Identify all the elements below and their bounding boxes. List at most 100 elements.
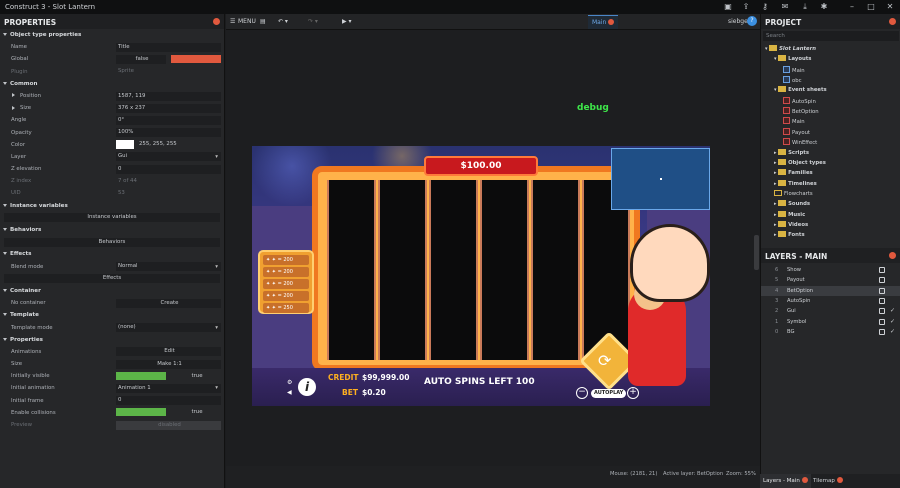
- sound-icon[interactable]: ◀: [287, 389, 292, 396]
- menu-button[interactable]: MENU: [238, 17, 256, 27]
- layer-row[interactable]: 0 BG ✓: [761, 327, 900, 337]
- property-value[interactable]: 376 x 237: [116, 103, 221, 113]
- property-button[interactable]: Edit: [116, 347, 221, 357]
- help-icon[interactable]: ?: [747, 16, 757, 26]
- project-search-input[interactable]: Search: [763, 31, 899, 41]
- menu-icon[interactable]: ☰: [230, 17, 235, 27]
- tree-item[interactable]: Main: [783, 65, 805, 76]
- tree-item[interactable]: ▸ Videos: [774, 220, 808, 230]
- tree-item[interactable]: Flowcharts: [774, 189, 813, 199]
- property-value[interactable]: (none): [116, 323, 221, 333]
- lock-icon[interactable]: [879, 277, 885, 284]
- tree-item[interactable]: Main: [783, 117, 805, 127]
- section-header[interactable]: Object type properties: [0, 29, 224, 41]
- visible-check-icon[interactable]: ✓: [890, 327, 895, 337]
- tree-item[interactable]: ▸ Scripts: [774, 148, 809, 158]
- property-value[interactable]: 1587, 119: [116, 91, 221, 101]
- close-panel-icon[interactable]: [889, 252, 896, 259]
- property-value[interactable]: true: [171, 372, 221, 381]
- save-icon[interactable]: ▤: [260, 17, 266, 27]
- tab-close-icon[interactable]: [801, 477, 808, 483]
- minimize-icon[interactable]: –: [847, 2, 857, 12]
- minus-icon[interactable]: −: [576, 387, 588, 399]
- section-header[interactable]: Template: [0, 309, 224, 321]
- layer-row[interactable]: 2 Gui ✓: [761, 306, 900, 316]
- lock-icon[interactable]: [879, 267, 885, 273]
- tree-item[interactable]: ▾ Layouts: [774, 55, 811, 64]
- close-icon[interactable]: ✕: [885, 2, 895, 12]
- expand-icon[interactable]: [12, 105, 15, 110]
- tree-item[interactable]: BetOption: [783, 107, 819, 117]
- lock-icon[interactable]: [879, 287, 885, 294]
- maximize-icon[interactable]: □: [866, 2, 876, 12]
- property-value[interactable]: false: [116, 54, 166, 64]
- tree-item[interactable]: ▸ Families: [774, 169, 813, 178]
- property-value[interactable]: Title: [116, 42, 221, 52]
- lock-icon[interactable]: [879, 318, 885, 325]
- lock-icon[interactable]: [879, 308, 885, 315]
- expand-icon[interactable]: [12, 93, 15, 98]
- property-value[interactable]: 255, 255, 255: [137, 140, 221, 149]
- settings-icon[interactable]: ⚙: [287, 379, 292, 386]
- tab-close-icon[interactable]: [608, 19, 615, 25]
- info-icon[interactable]: i: [298, 378, 316, 396]
- section-header[interactable]: Properties: [0, 334, 224, 346]
- vertical-scrollbar[interactable]: [754, 235, 759, 270]
- layer-row[interactable]: 5 Payout: [761, 275, 900, 285]
- close-panel-icon[interactable]: [889, 18, 896, 25]
- property-value[interactable]: 100%: [116, 128, 221, 138]
- tab-layers[interactable]: Layers - Main: [760, 474, 811, 488]
- layer-row[interactable]: 6 Show: [761, 265, 900, 275]
- game-layout[interactable]: $100.00 ✦ ✦ = 200 ✦ ✦ = 200 ✦ ✦ = 200 ✦ ✦ =…: [252, 146, 710, 406]
- section-header[interactable]: Effects: [0, 248, 224, 260]
- property-value[interactable]: 0: [116, 396, 221, 406]
- plus-icon[interactable]: +: [627, 387, 639, 399]
- wide-button[interactable]: Instance variables: [4, 213, 220, 223]
- screen-icon[interactable]: ▣: [723, 2, 733, 12]
- section-header[interactable]: Common: [0, 78, 224, 90]
- keys-icon[interactable]: ⚷: [760, 2, 770, 12]
- undo-icon[interactable]: ↶ ▾: [278, 17, 288, 27]
- checkbox-fill[interactable]: [116, 371, 166, 380]
- tree-item[interactable]: ▸ Timelines: [774, 179, 817, 189]
- wide-button[interactable]: Behaviors: [4, 237, 220, 247]
- tree-item[interactable]: ▾ Event sheets: [774, 86, 827, 95]
- lock-icon[interactable]: [879, 329, 885, 336]
- close-panel-icon[interactable]: [213, 18, 220, 25]
- visible-check-icon[interactable]: ✓: [890, 306, 895, 316]
- tab-tilemap[interactable]: Tilemap: [810, 474, 846, 488]
- tree-item[interactable]: ▸ Music: [774, 210, 805, 220]
- section-header[interactable]: Instance variables: [0, 200, 224, 212]
- autoplay-button[interactable]: AUTOPLAY: [591, 389, 627, 398]
- property-button[interactable]: Create: [116, 298, 221, 308]
- section-header[interactable]: Behaviors: [0, 224, 224, 236]
- property-value[interactable]: 0: [116, 164, 221, 174]
- tab-main[interactable]: Main: [588, 15, 619, 29]
- bell-icon[interactable]: ✱: [819, 2, 829, 12]
- tree-item[interactable]: Payout: [783, 127, 810, 138]
- color-swatch[interactable]: [116, 140, 134, 150]
- property-value[interactable]: 0°: [116, 115, 221, 125]
- property-button[interactable]: Make 1:1: [116, 359, 221, 369]
- share-icon[interactable]: ⇪: [741, 2, 751, 12]
- redo-icon[interactable]: ↷ ▾: [308, 17, 318, 27]
- property-value[interactable]: Animation 1: [116, 384, 221, 394]
- tree-item[interactable]: ▸ Object types: [774, 158, 826, 168]
- play-icon[interactable]: ▶ ▾: [342, 17, 352, 27]
- property-value[interactable]: true: [171, 408, 221, 417]
- tree-item[interactable]: obc: [783, 76, 802, 86]
- gift-icon[interactable]: ✉: [780, 2, 790, 12]
- tree-item[interactable]: WinEffect: [783, 138, 817, 148]
- tree-item[interactable]: AutoSpin: [783, 96, 816, 107]
- visible-check-icon[interactable]: ✓: [890, 317, 895, 327]
- wide-button[interactable]: Effects: [4, 274, 220, 284]
- download-icon[interactable]: ⤓: [800, 2, 810, 12]
- section-header[interactable]: Container: [0, 285, 224, 297]
- global-toggle[interactable]: [171, 54, 221, 63]
- tree-item[interactable]: ▾ Slot Lantern: [765, 45, 816, 54]
- tree-item[interactable]: ▸ Fonts: [774, 231, 805, 240]
- property-value[interactable]: Gui: [116, 152, 221, 162]
- tab-close-icon[interactable]: [836, 477, 843, 483]
- checkbox-fill[interactable]: [116, 408, 166, 417]
- layer-row[interactable]: 1 Symbol ✓: [761, 317, 900, 327]
